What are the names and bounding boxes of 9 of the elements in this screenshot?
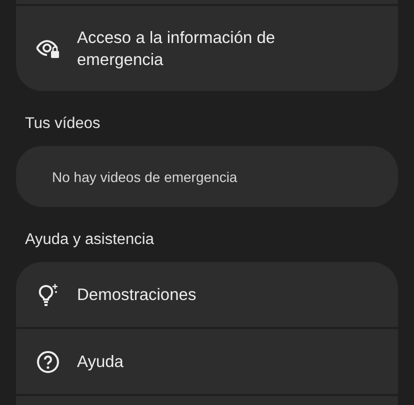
settings-row[interactable]: Acceso a la información de emergencia [16,6,398,91]
lightbulb-icon [36,282,60,306]
help-icon [36,350,60,374]
settings-row[interactable]: Ayuda [16,329,398,394]
empty-message: No hay videos de emergencia [52,168,238,187]
eye-lock-icon [36,38,60,58]
settings-row[interactable]: Demostraciones [16,262,398,327]
section-heading: Tus vídeos [24,114,102,134]
section-heading: Ayuda y asistencia [24,230,155,250]
